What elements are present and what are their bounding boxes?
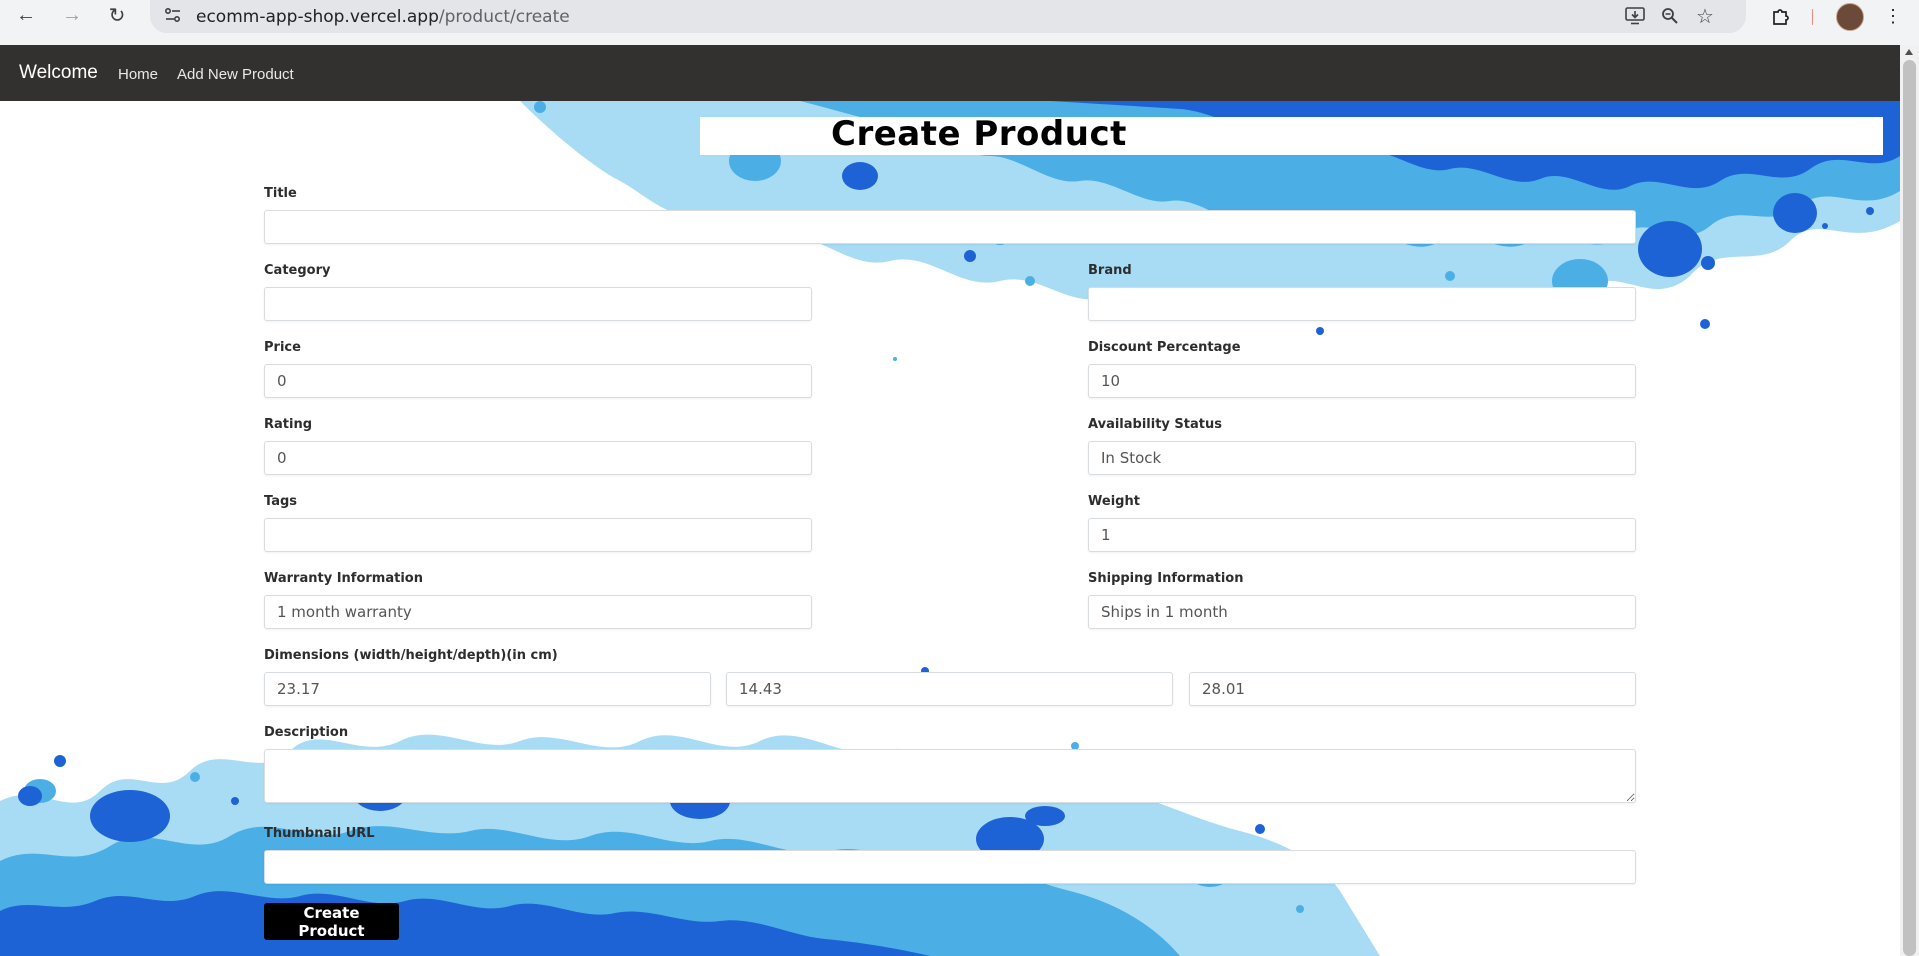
warranty-input[interactable] [264, 595, 812, 629]
discount-input[interactable] [1088, 364, 1636, 398]
forward-arrow-icon[interactable]: → [56, 1, 88, 29]
install-app-icon[interactable] [1623, 5, 1647, 27]
url-host: ecomm-app-shop.vercel.app [196, 7, 439, 27]
reload-icon[interactable]: ↻ [101, 1, 133, 29]
extensions-icon[interactable] [1768, 4, 1794, 28]
site-info-icon[interactable] [164, 7, 184, 25]
profile-avatar[interactable] [1836, 3, 1864, 31]
category-label: Category [264, 263, 331, 278]
description-label: Description [264, 725, 349, 740]
bookmark-star-icon[interactable]: ☆ [1693, 5, 1717, 28]
tags-input[interactable] [264, 518, 812, 552]
price-label: Price [264, 340, 301, 355]
title-input[interactable] [264, 210, 1636, 244]
browser-toolbar: ← → ↻ ecomm-app-shop.vercel.app/product/… [0, 0, 1919, 45]
rating-label: Rating [264, 417, 313, 432]
weight-input[interactable] [1088, 518, 1636, 552]
tags-label: Tags [264, 494, 298, 509]
navbar-brand[interactable]: Welcome [19, 62, 98, 84]
thumbnail-label: Thumbnail URL [264, 826, 375, 841]
splash-bottom-left [0, 667, 1380, 956]
scrollbar-thumb[interactable] [1903, 60, 1916, 956]
nav-link-add-new-product[interactable]: Add New Product [177, 66, 294, 83]
back-arrow-icon[interactable]: ← [10, 1, 42, 29]
availability-label: Availability Status [1088, 417, 1222, 432]
nav-link-home[interactable]: Home [118, 66, 158, 83]
brand-input[interactable] [1088, 287, 1636, 321]
dimension-depth-input[interactable] [1189, 672, 1636, 706]
shipping-input[interactable] [1088, 595, 1636, 629]
page-content: Create Product Title Category Brand Pric… [0, 101, 1900, 956]
description-textarea[interactable] [264, 749, 1636, 803]
availability-input[interactable] [1088, 441, 1636, 475]
dimension-width-input[interactable] [264, 672, 711, 706]
zoom-icon[interactable] [1658, 5, 1682, 27]
title-label: Title [264, 186, 297, 201]
brand-label: Brand [1088, 263, 1132, 278]
weight-label: Weight [1088, 494, 1140, 509]
page-title: Create Product [831, 114, 1127, 154]
profile-separator [1812, 9, 1813, 25]
address-bar[interactable]: ecomm-app-shop.vercel.app/product/create… [150, 0, 1746, 33]
create-product-button[interactable]: Create Product [264, 903, 399, 940]
thumbnail-url-input[interactable] [264, 850, 1636, 884]
price-input[interactable] [264, 364, 812, 398]
url-path: /product/create [438, 7, 570, 27]
warranty-label: Warranty Information [264, 571, 423, 586]
category-input[interactable] [264, 287, 812, 321]
dimensions-label: Dimensions (width/height/depth)(in cm) [264, 648, 558, 663]
discount-label: Discount Percentage [1088, 340, 1241, 355]
rating-input[interactable] [264, 441, 812, 475]
dimension-height-input[interactable] [726, 672, 1173, 706]
url-text: ecomm-app-shop.vercel.app/product/create [196, 7, 570, 27]
menu-dots-icon[interactable]: ⋮ [1880, 4, 1906, 28]
app-navbar: Welcome Home Add New Product [0, 45, 1900, 101]
scroll-up-arrow-icon[interactable] [1905, 49, 1913, 55]
shipping-label: Shipping Information [1088, 571, 1244, 586]
page-scrollbar[interactable] [1900, 45, 1919, 956]
